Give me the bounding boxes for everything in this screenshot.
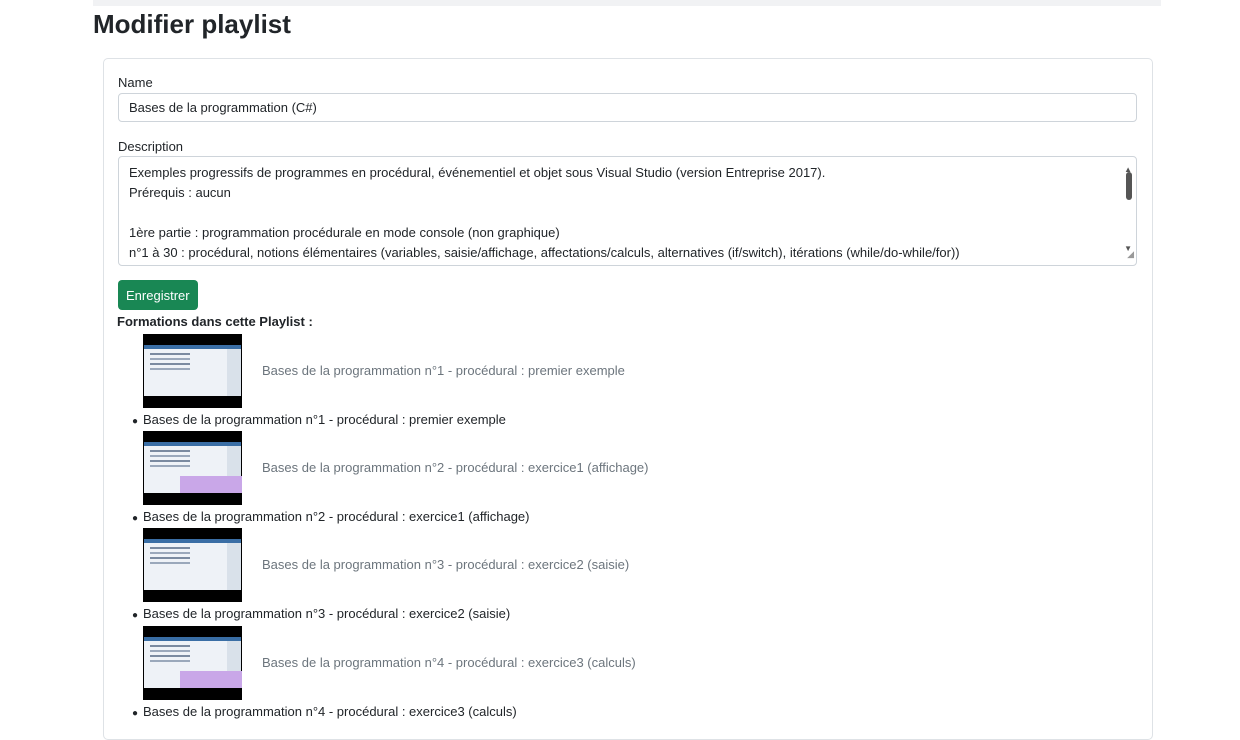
name-input[interactable]: Bases de la programmation (C#) bbox=[118, 93, 1137, 122]
thumbnail-title[interactable]: Bases de la programmation n°3 - procédur… bbox=[262, 557, 629, 572]
bullet-icon: ● bbox=[132, 416, 139, 427]
resize-handle-icon[interactable]: ◢ bbox=[1127, 244, 1134, 264]
description-line: n°1 à 30 : procédural, notions élémentai… bbox=[129, 245, 960, 260]
video-thumbnail[interactable] bbox=[143, 528, 242, 602]
description-line: 1ère partie : programmation procédurale … bbox=[129, 225, 560, 240]
formation-item: Bases de la programmation n°1 - procédur… bbox=[132, 334, 943, 431]
video-thumbnail[interactable] bbox=[143, 626, 242, 700]
formation-label: Bases de la programmation n°4 - procédur… bbox=[143, 704, 517, 719]
formation-item: Bases de la programmation n°2 - procédur… bbox=[132, 431, 943, 528]
bullet-icon: ● bbox=[132, 708, 139, 719]
bullet-icon: ● bbox=[132, 513, 139, 524]
bullet-icon: ● bbox=[132, 610, 139, 621]
video-thumbnail[interactable] bbox=[143, 334, 242, 408]
thumbnail-title[interactable]: Bases de la programmation n°1 - procédur… bbox=[262, 363, 625, 378]
thumbnail-title[interactable]: Bases de la programmation n°4 - procédur… bbox=[262, 655, 636, 670]
save-button[interactable]: Enregistrer bbox=[118, 280, 198, 310]
description-line: Prérequis : aucun bbox=[129, 185, 231, 200]
top-bar bbox=[93, 0, 1161, 6]
thumbnail-title[interactable]: Bases de la programmation n°2 - procédur… bbox=[262, 460, 649, 475]
formation-item: Bases de la programmation n°3 - procédur… bbox=[132, 528, 943, 625]
description-textarea[interactable]: Exemples progressifs de programmes en pr… bbox=[118, 156, 1137, 266]
name-label: Name bbox=[118, 75, 153, 90]
description-label: Description bbox=[118, 139, 184, 154]
video-thumbnail[interactable] bbox=[143, 431, 242, 505]
description-line bbox=[129, 203, 1108, 223]
formation-label: Bases de la programmation n°1 - procédur… bbox=[143, 412, 506, 427]
scrollbar-thumb[interactable] bbox=[1126, 172, 1132, 200]
formation-item: Bases de la programmation n°4 - procédur… bbox=[132, 626, 943, 723]
edit-playlist-card: Name Bases de la programmation (C#) Desc… bbox=[103, 58, 1153, 740]
description-line: Exemples progressifs de programmes en pr… bbox=[129, 165, 826, 180]
formation-label: Bases de la programmation n°3 - procédur… bbox=[143, 606, 511, 621]
formation-label: Bases de la programmation n°2 - procédur… bbox=[143, 509, 530, 524]
page-title: Modifier playlist bbox=[93, 9, 291, 39]
formations-heading: Formations dans cette Playlist : bbox=[117, 314, 313, 329]
